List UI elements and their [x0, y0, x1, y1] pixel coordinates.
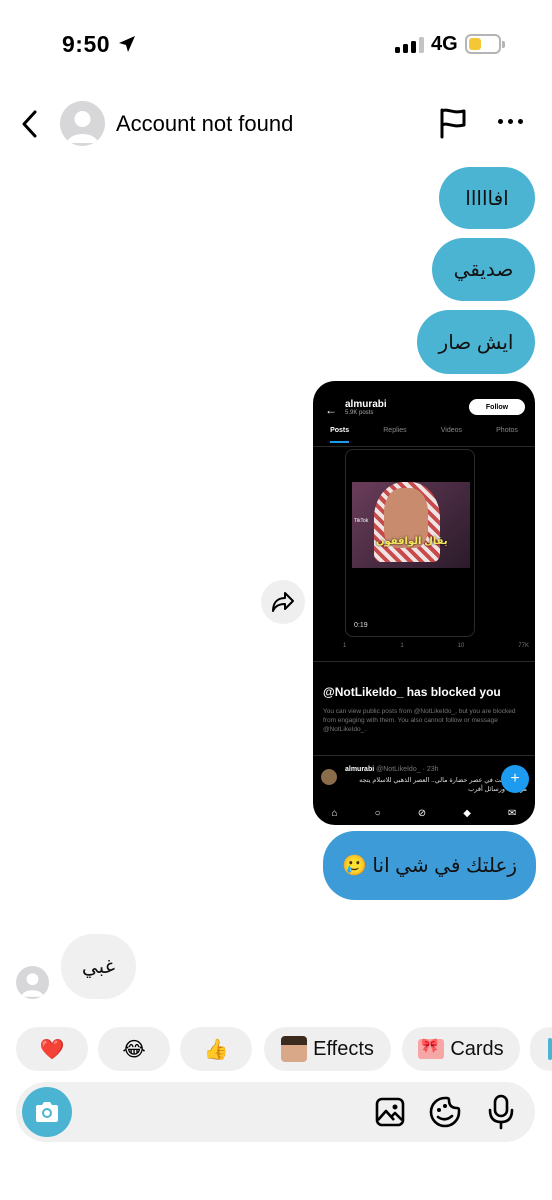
reaction-thumbs-up-button[interactable]: 👍 — [180, 1027, 252, 1071]
post-tab: Posts — [330, 425, 350, 443]
reply-avatar — [321, 769, 337, 785]
video-frame: TikTok يقال الواقفون — [352, 482, 470, 568]
repost-count: 1 — [400, 643, 404, 649]
post-count: 5.9K posts — [345, 410, 374, 416]
contact-avatar-small — [16, 966, 49, 999]
message-text: ايش صار — [438, 331, 514, 354]
video-caption: يقال الواقفون — [376, 536, 448, 547]
message-bubble-incoming[interactable]: غبي — [61, 934, 136, 999]
message-bubble-outgoing[interactable]: زعلتك في شي انا 🥲 — [323, 831, 536, 900]
like-count: 10 — [457, 643, 465, 649]
grok-icon: ⊘ — [417, 807, 427, 819]
default-avatar-icon — [67, 111, 98, 143]
reply-count: 1 — [343, 643, 347, 649]
home-icon: ⌂ — [331, 807, 338, 819]
reply-handle: @NotLikeIdo_ · 23h — [376, 766, 439, 773]
divider — [313, 661, 535, 662]
post-bottom-nav: ⌂ ○ ⊘ ◆ ✉ — [313, 801, 535, 825]
message-input[interactable] — [82, 1092, 362, 1132]
post-tab: Photos — [496, 427, 518, 434]
view-count: 77K — [518, 643, 529, 649]
message-text: زعلتك في شي انا 🥲 — [341, 855, 518, 877]
compose-plus-icon: + — [501, 765, 529, 793]
message-bubble-outgoing[interactable]: افااااا — [439, 167, 535, 229]
message-text: افااااا — [465, 187, 509, 210]
effects-button[interactable]: Effects — [264, 1027, 391, 1071]
reply-author: almurabi @NotLikeIdo_ · 23h — [345, 766, 439, 773]
post-video: TikTok يقال الواقفون 0:19 — [345, 449, 475, 637]
status-bar: 9:50 4G — [0, 0, 552, 90]
blocked-body: You can view public posts from @NotLikeI… — [323, 708, 516, 733]
more-reactions-chip[interactable] — [530, 1027, 552, 1071]
cards-label: Cards — [450, 1037, 504, 1060]
next-chip-edge-icon — [548, 1038, 552, 1060]
camera-button[interactable] — [22, 1087, 72, 1137]
message-composer[interactable] — [16, 1082, 535, 1142]
camera-icon — [36, 1102, 58, 1122]
post-back-icon: ← — [325, 403, 337, 417]
chat-title[interactable]: Account not found — [116, 111, 293, 137]
post-tabs: Posts Replies Videos Photos — [313, 425, 535, 447]
more-options-icon[interactable] — [498, 119, 523, 124]
sticker-icon[interactable] — [428, 1095, 462, 1129]
forward-share-button[interactable] — [261, 580, 305, 624]
default-avatar-icon — [21, 973, 44, 997]
laughing-face-icon: 😂 — [122, 1038, 146, 1061]
quick-reactions-row: ❤️ 😂 👍 Effects Cards — [0, 1027, 552, 1071]
post-follow-button: Follow — [469, 399, 525, 415]
report-flag-icon[interactable] — [437, 106, 469, 140]
cards-thumbnail-icon — [418, 1037, 445, 1059]
message-bubble-outgoing[interactable]: صديقي — [432, 238, 535, 301]
video-duration: 0:19 — [354, 622, 368, 629]
battery-icon — [465, 34, 505, 54]
bell-icon: ◆ — [463, 807, 471, 819]
blocked-title: @NotLikeIdo_ has blocked you — [323, 685, 501, 699]
reply-text: قرطبة كانت في عصر حضارة مالي.. العصر الذ… — [359, 777, 527, 793]
mail-icon: ✉ — [508, 807, 517, 819]
post-account-name: almurabi — [345, 399, 387, 410]
post-tab: Replies — [383, 427, 407, 434]
reaction-heart-button[interactable]: ❤️ — [16, 1027, 88, 1071]
thumbs-up-icon: 👍 — [203, 1038, 229, 1061]
divider — [313, 755, 535, 756]
message-text: غبي — [81, 956, 116, 978]
contact-avatar[interactable] — [60, 101, 105, 146]
signal-icon — [395, 37, 424, 53]
back-chevron-icon[interactable] — [18, 108, 42, 140]
share-arrow-icon — [272, 592, 294, 612]
effects-label: Effects — [313, 1037, 374, 1060]
chat-header: Account not found — [0, 96, 552, 152]
status-time: 9:50 — [62, 31, 111, 57]
gallery-icon[interactable] — [374, 1096, 406, 1128]
reaction-laugh-button[interactable]: 😂 — [98, 1027, 170, 1071]
heart-icon: ❤️ — [39, 1038, 65, 1061]
message-text: صديقي — [453, 259, 514, 281]
post-action-counts: 1 1 10 77K — [343, 643, 529, 649]
location-arrow-icon — [119, 36, 135, 52]
search-icon: ○ — [374, 807, 381, 819]
network-label: 4G — [431, 33, 458, 55]
tiktok-watermark: TikTok — [354, 518, 369, 524]
shared-screenshot-image[interactable]: ← almurabi 5.9K posts Follow Posts Repli… — [313, 381, 535, 825]
message-bubble-outgoing[interactable]: ايش صار — [417, 310, 535, 374]
effects-thumbnail-icon — [281, 1036, 308, 1062]
post-tab: Videos — [440, 427, 463, 434]
microphone-icon[interactable] — [486, 1094, 516, 1130]
reply-author-name: almurabi — [345, 766, 375, 773]
cards-button[interactable]: Cards — [402, 1027, 520, 1071]
